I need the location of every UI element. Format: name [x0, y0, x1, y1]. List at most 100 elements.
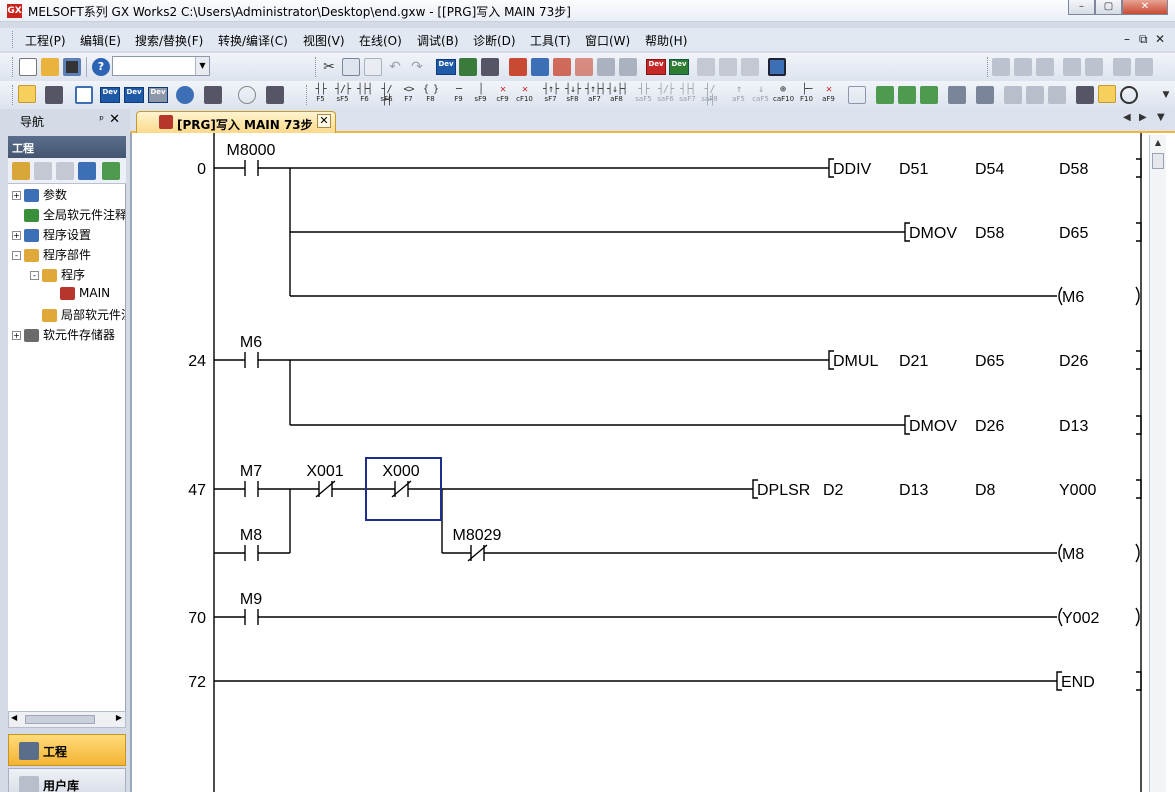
- tab-close-button[interactable]: ✕: [317, 114, 331, 128]
- tree-item[interactable]: + 程序设置: [12, 226, 91, 244]
- mdi-minimize-button[interactable]: –: [1124, 32, 1130, 46]
- scrollbar-thumb[interactable]: [1152, 153, 1164, 169]
- ladder-key-sf5[interactable]: ┤/├ sF5: [333, 84, 352, 106]
- menu-debug[interactable]: 调试(B): [417, 32, 459, 49]
- read-mode-icon[interactable]: [976, 86, 994, 104]
- comment-display-icon[interactable]: [1004, 86, 1022, 104]
- ladder-key-saf7[interactable]: ┤├┤ saF7: [678, 84, 697, 106]
- tree-item[interactable]: + 参数: [12, 186, 67, 204]
- pin-icon[interactable]: ᵖ: [99, 113, 104, 126]
- ladder-key-saf5[interactable]: ┤├ saF5: [634, 84, 653, 106]
- paste-item-icon[interactable]: [56, 162, 74, 180]
- menu-edit[interactable]: 编辑(E): [80, 32, 121, 49]
- sfc-icon[interactable]: [1036, 58, 1054, 76]
- tree-item[interactable]: MAIN: [48, 286, 110, 304]
- ladder-key-af8[interactable]: ┤↓├┤ aF8: [607, 84, 628, 106]
- display-mode-icon[interactable]: [768, 58, 786, 76]
- ladder-key-f6[interactable]: ┤├┤ F6: [355, 84, 374, 106]
- monitor-mode-icon[interactable]: [1120, 86, 1138, 104]
- device-list-icon[interactable]: Dev: [100, 87, 120, 103]
- monitor-icon[interactable]: [575, 58, 593, 76]
- convert-online-icon[interactable]: [920, 86, 938, 104]
- menu-help[interactable]: 帮助(H): [645, 32, 687, 49]
- expand-icon[interactable]: +: [12, 191, 21, 200]
- ladder-key-af9[interactable]: ✕ aF9: [819, 84, 838, 106]
- chevron-down-icon[interactable]: ▼: [195, 57, 209, 75]
- note-icon[interactable]: [741, 58, 759, 76]
- properties-icon[interactable]: [78, 162, 96, 180]
- undo-icon[interactable]: ↶: [386, 58, 404, 76]
- tab-menu-icon[interactable]: ▼: [1157, 112, 1165, 123]
- ladder-key-sf6[interactable]: ┤/├┤ sF6: [377, 84, 396, 106]
- collapse-icon[interactable]: -: [12, 251, 21, 260]
- ladder-key-sf9[interactable]: │ sF9: [471, 84, 490, 106]
- expand-icon[interactable]: +: [12, 231, 21, 240]
- menu-view[interactable]: 视图(V): [303, 32, 345, 49]
- menu-project[interactable]: 工程(P): [25, 32, 66, 49]
- mode-switch-icon[interactable]: [948, 86, 966, 104]
- ladder-key-f10[interactable]: ├─ F10: [797, 84, 816, 106]
- new-item-icon[interactable]: [12, 162, 30, 180]
- monitor-stop-icon[interactable]: [597, 58, 615, 76]
- toolbar-grip[interactable]: [306, 85, 309, 105]
- menu-find-replace[interactable]: 搜索/替换(F): [135, 32, 203, 49]
- menu-grip[interactable]: [12, 31, 15, 48]
- verify-icon[interactable]: [553, 58, 571, 76]
- write-to-plc-icon[interactable]: [509, 58, 527, 76]
- device-search-icon[interactable]: Dev: [436, 59, 456, 75]
- maximize-button[interactable]: ▢: [1095, 0, 1122, 15]
- ladder-key-saf6[interactable]: ┤/├ saF6: [656, 84, 675, 106]
- save-icon[interactable]: [63, 58, 81, 76]
- menu-tools[interactable]: 工具(T): [530, 32, 571, 49]
- tab-prev-icon[interactable]: ◀: [1123, 112, 1131, 123]
- ladder-key-f9[interactable]: ─ F9: [449, 84, 468, 106]
- device-register-icon[interactable]: Dev: [669, 59, 689, 75]
- sfc-icon[interactable]: [1135, 58, 1153, 76]
- cut-icon[interactable]: ✂: [320, 58, 338, 76]
- paste-icon[interactable]: [364, 58, 382, 76]
- scroll-left-icon[interactable]: ◀: [11, 713, 17, 722]
- sfc-icon[interactable]: [992, 58, 1010, 76]
- zoom-icon[interactable]: [1076, 86, 1094, 104]
- menu-window[interactable]: 窗口(W): [585, 32, 630, 49]
- convert-icon[interactable]: [876, 86, 894, 104]
- new-file-icon[interactable]: [19, 58, 37, 76]
- ladder-key-f5[interactable]: ┤├ F5: [311, 84, 330, 106]
- tree-item[interactable]: - 程序: [30, 266, 85, 284]
- tab-main-program[interactable]: [PRG]写入 MAIN 73步 ✕: [136, 111, 336, 133]
- ladder-key-af7[interactable]: ┤↑├┤ aF7: [585, 84, 606, 106]
- mdi-restore-button[interactable]: ⧉: [1139, 32, 1148, 47]
- inline-st-icon[interactable]: [848, 86, 866, 104]
- open-folder-icon[interactable]: [41, 58, 59, 76]
- toolbar-overflow-icon[interactable]: ▼: [1157, 86, 1175, 104]
- menu-convert-compile[interactable]: 转换/编译(C): [218, 32, 288, 49]
- ladder-write-mode-icon[interactable]: [1098, 85, 1116, 103]
- note-display-icon[interactable]: [1048, 86, 1066, 104]
- ladder-key-f7[interactable]: <> F7: [399, 84, 418, 106]
- watch-icon[interactable]: [176, 86, 194, 104]
- tree-item[interactable]: - 程序部件: [12, 246, 91, 264]
- read-from-plc-icon[interactable]: [531, 58, 549, 76]
- ladder-key-saf8[interactable]: ┤/├┤ saF8: [700, 84, 719, 106]
- copy-item-icon[interactable]: [34, 162, 52, 180]
- ladder-diagram[interactable]: 0 24 47 70 72 M8000 M6 M7 X001 X000 M8 M8029 M9 DDIV D…: [132, 133, 1149, 792]
- minimize-button[interactable]: –: [1068, 0, 1095, 15]
- ladder-key-cf9[interactable]: ✕ cF9: [493, 84, 512, 106]
- tree-item[interactable]: 全局软元件注释: [12, 206, 125, 224]
- scroll-up-icon[interactable]: ▲: [1151, 136, 1165, 150]
- device-usage-icon[interactable]: Dev: [148, 87, 168, 103]
- close-window-button[interactable]: ✕: [1122, 0, 1168, 15]
- binoculars-icon[interactable]: [266, 86, 284, 104]
- toolbar-grip[interactable]: [987, 57, 990, 77]
- device-batch-icon[interactable]: Dev: [646, 59, 666, 75]
- scroll-right-icon[interactable]: ▶: [116, 713, 122, 722]
- redo-icon[interactable]: ↷: [408, 58, 426, 76]
- mdi-close-button[interactable]: ✕: [1155, 32, 1165, 46]
- convert-all-icon[interactable]: [898, 86, 916, 104]
- toolbar-grip[interactable]: [315, 57, 318, 77]
- ladder-key-sf7[interactable]: ┤↑├ sF7: [541, 84, 560, 106]
- toolbar-grip[interactable]: [12, 85, 15, 105]
- ladder-key-af5[interactable]: ↑ aF5: [729, 84, 748, 106]
- comment-icon[interactable]: [697, 58, 715, 76]
- cross-reference-icon[interactable]: [481, 58, 499, 76]
